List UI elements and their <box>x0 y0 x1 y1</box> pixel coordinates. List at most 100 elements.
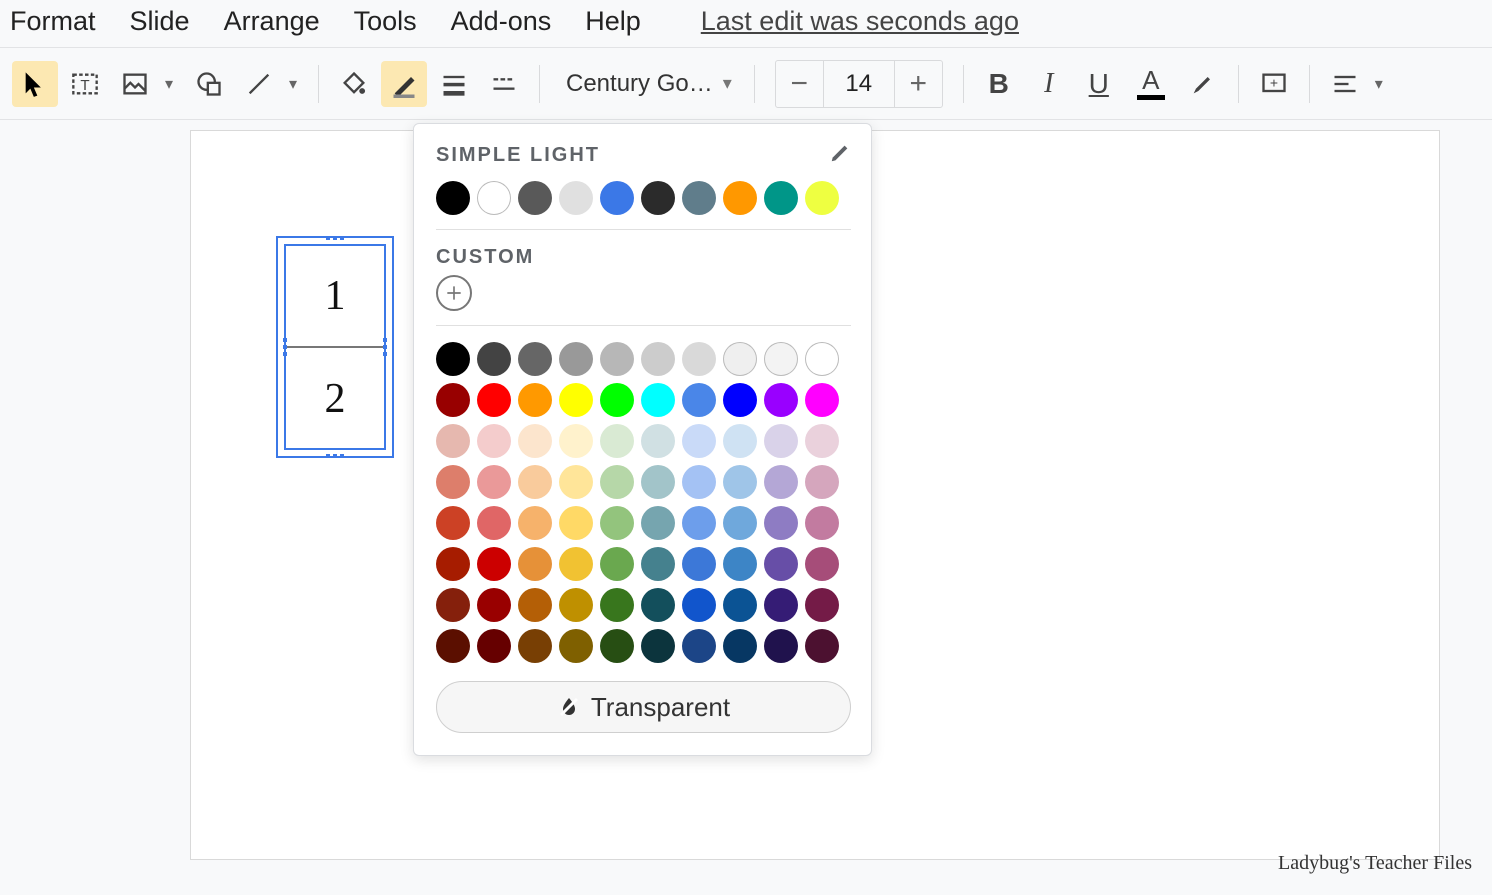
color-swatch[interactable] <box>682 588 716 622</box>
theme-swatch[interactable] <box>805 181 839 215</box>
table-cell-1[interactable]: 1 <box>286 246 384 348</box>
color-swatch[interactable] <box>641 506 675 540</box>
color-swatch[interactable] <box>477 465 511 499</box>
color-swatch[interactable] <box>764 465 798 499</box>
color-swatch[interactable] <box>764 629 798 663</box>
color-swatch[interactable] <box>436 424 470 458</box>
color-swatch[interactable] <box>559 629 593 663</box>
font-size-value[interactable]: 14 <box>824 70 894 98</box>
text-color-button[interactable]: A <box>1128 61 1174 107</box>
align-button[interactable] <box>1322 61 1368 107</box>
color-swatch[interactable] <box>764 342 798 376</box>
color-swatch[interactable] <box>723 506 757 540</box>
align-dropdown[interactable]: ▾ <box>1370 74 1388 94</box>
theme-swatch[interactable] <box>764 181 798 215</box>
color-swatch[interactable] <box>477 588 511 622</box>
color-swatch[interactable] <box>436 465 470 499</box>
color-swatch[interactable] <box>723 383 757 417</box>
color-swatch[interactable] <box>682 424 716 458</box>
color-swatch[interactable] <box>518 588 552 622</box>
color-swatch[interactable] <box>518 424 552 458</box>
color-swatch[interactable] <box>518 629 552 663</box>
color-swatch[interactable] <box>641 383 675 417</box>
underline-button[interactable]: U <box>1076 61 1122 107</box>
color-swatch[interactable] <box>559 424 593 458</box>
italic-button[interactable]: I <box>1026 61 1072 107</box>
color-swatch[interactable] <box>518 383 552 417</box>
menu-help[interactable]: Help <box>585 6 641 37</box>
color-swatch[interactable] <box>477 383 511 417</box>
color-swatch[interactable] <box>600 547 634 581</box>
image-tool[interactable] <box>112 61 158 107</box>
color-swatch[interactable] <box>805 465 839 499</box>
select-tool[interactable] <box>12 61 58 107</box>
color-swatch[interactable] <box>559 465 593 499</box>
theme-swatch[interactable] <box>600 181 634 215</box>
color-swatch[interactable] <box>600 383 634 417</box>
color-swatch[interactable] <box>477 424 511 458</box>
color-swatch[interactable] <box>764 506 798 540</box>
color-swatch[interactable] <box>559 506 593 540</box>
color-swatch[interactable] <box>764 383 798 417</box>
color-swatch[interactable] <box>805 588 839 622</box>
border-dash-button[interactable] <box>481 61 527 107</box>
shape-tool[interactable] <box>186 61 232 107</box>
highlight-button[interactable] <box>1180 61 1226 107</box>
fill-color-button[interactable] <box>331 61 377 107</box>
menu-format[interactable]: Format <box>10 6 96 37</box>
theme-swatch[interactable] <box>518 181 552 215</box>
color-swatch[interactable] <box>641 465 675 499</box>
border-weight-button[interactable] <box>431 61 477 107</box>
theme-swatch[interactable] <box>682 181 716 215</box>
menu-slide[interactable]: Slide <box>130 6 190 37</box>
transparent-button[interactable]: Transparent <box>436 681 851 733</box>
color-swatch[interactable] <box>682 342 716 376</box>
color-swatch[interactable] <box>436 547 470 581</box>
edit-theme-icon[interactable] <box>829 142 851 169</box>
color-swatch[interactable] <box>477 629 511 663</box>
color-swatch[interactable] <box>600 506 634 540</box>
color-swatch[interactable] <box>723 547 757 581</box>
color-swatch[interactable] <box>600 465 634 499</box>
textbox-tool[interactable]: T <box>62 61 108 107</box>
color-swatch[interactable] <box>641 424 675 458</box>
theme-swatch[interactable] <box>436 181 470 215</box>
color-swatch[interactable] <box>477 506 511 540</box>
color-swatch[interactable] <box>436 588 470 622</box>
line-dropdown[interactable]: ▾ <box>284 74 302 94</box>
color-swatch[interactable] <box>518 465 552 499</box>
color-swatch[interactable] <box>559 342 593 376</box>
color-swatch[interactable] <box>764 588 798 622</box>
font-family-select[interactable]: Century Go… ▾ <box>550 61 744 107</box>
color-swatch[interactable] <box>641 588 675 622</box>
line-tool[interactable] <box>236 61 282 107</box>
color-swatch[interactable] <box>518 342 552 376</box>
color-swatch[interactable] <box>600 629 634 663</box>
theme-swatch[interactable] <box>477 181 511 215</box>
color-swatch[interactable] <box>600 424 634 458</box>
color-swatch[interactable] <box>805 383 839 417</box>
comment-button[interactable]: + <box>1251 61 1297 107</box>
color-swatch[interactable] <box>436 629 470 663</box>
theme-swatch[interactable] <box>641 181 675 215</box>
color-swatch[interactable] <box>764 547 798 581</box>
color-swatch[interactable] <box>477 342 511 376</box>
table-cell-2[interactable]: 2 <box>286 348 384 450</box>
color-swatch[interactable] <box>641 342 675 376</box>
menu-arrange[interactable]: Arrange <box>224 6 320 37</box>
menu-addons[interactable]: Add-ons <box>451 6 552 37</box>
color-swatch[interactable] <box>805 547 839 581</box>
theme-swatch[interactable] <box>559 181 593 215</box>
color-swatch[interactable] <box>559 383 593 417</box>
color-swatch[interactable] <box>436 383 470 417</box>
selected-table[interactable]: 1 2 <box>276 236 394 458</box>
theme-swatch[interactable] <box>723 181 757 215</box>
color-swatch[interactable] <box>805 506 839 540</box>
color-swatch[interactable] <box>559 588 593 622</box>
bold-button[interactable]: B <box>976 61 1022 107</box>
font-size-decrease[interactable]: − <box>776 60 824 108</box>
color-swatch[interactable] <box>436 506 470 540</box>
color-swatch[interactable] <box>518 547 552 581</box>
color-swatch[interactable] <box>682 465 716 499</box>
color-swatch[interactable] <box>682 506 716 540</box>
